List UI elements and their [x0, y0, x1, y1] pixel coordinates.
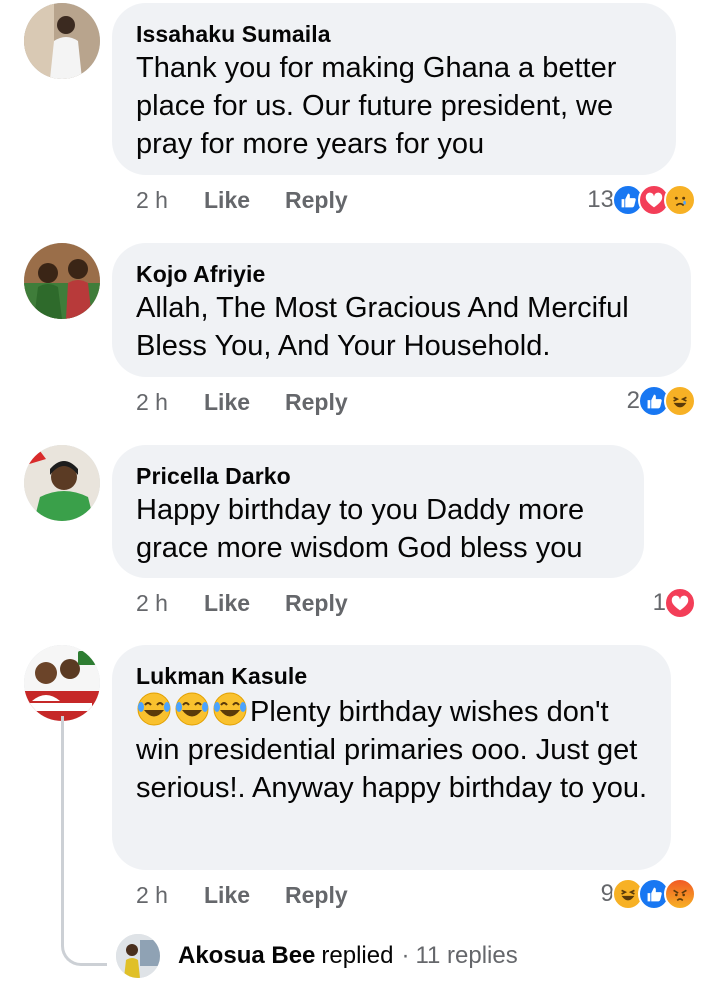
avatar-photo: [24, 3, 100, 79]
avatar-photo: [116, 934, 160, 978]
comment-bubble: Kojo Afriyie Allah, The Most Gracious An…: [112, 243, 691, 377]
avatar[interactable]: [24, 445, 100, 521]
sad-icon: [664, 184, 696, 216]
comment-text: Happy birthday to you Daddy more grace m…: [136, 494, 585, 564]
avatar-photo: [24, 243, 100, 319]
like-button[interactable]: Like: [204, 882, 285, 909]
reply-author[interactable]: Akosua Bee: [178, 942, 315, 970]
comment-bubble: Lukman Kasule Plenty birthday wishes don…: [112, 645, 671, 870]
comment-actions: 2 h Like Reply: [136, 879, 348, 911]
reply-button[interactable]: Reply: [285, 590, 348, 617]
comment-text: Thank you for making Ghana a better plac…: [136, 52, 617, 160]
reply-count[interactable]: 11 replies: [415, 942, 517, 970]
comment-time[interactable]: 2 h: [136, 187, 204, 214]
reply-verb: replied: [321, 942, 394, 969]
avatar: [116, 934, 160, 978]
like-button[interactable]: Like: [204, 187, 285, 214]
comment-author[interactable]: Issahaku Sumaila: [136, 19, 652, 49]
thread-connector: [61, 716, 107, 966]
comment-actions: 2 h Like Reply: [136, 587, 348, 619]
like-button[interactable]: Like: [204, 590, 285, 617]
comment-time[interactable]: 2 h: [136, 882, 204, 909]
reply-button[interactable]: Reply: [285, 389, 348, 416]
avatar[interactable]: [24, 3, 100, 79]
comment-author[interactable]: Lukman Kasule: [136, 661, 647, 691]
angry-icon: [664, 878, 696, 910]
reply-button[interactable]: Reply: [285, 882, 348, 909]
comment-author[interactable]: Kojo Afriyie: [136, 259, 667, 289]
comment-time[interactable]: 2 h: [136, 389, 204, 416]
reaction-summary[interactable]: 2: [627, 384, 696, 418]
reaction-summary[interactable]: 9: [601, 877, 696, 911]
reply-button[interactable]: Reply: [285, 187, 348, 214]
comment-text: Allah, The Most Gracious And Merciful Bl…: [136, 292, 629, 362]
avatar-photo: [24, 445, 100, 521]
haha-icon: [664, 385, 696, 417]
avatar[interactable]: [24, 645, 100, 721]
laughing-tears-emoji: [174, 691, 210, 727]
view-replies-link[interactable]: Akosua Bee replied · 11 replies: [116, 932, 518, 980]
comment-bubble: Pricella Darko Happy birthday to you Dad…: [112, 445, 644, 578]
avatar[interactable]: [24, 243, 100, 319]
comment-actions: 2 h Like Reply: [136, 184, 348, 216]
comment-author[interactable]: Pricella Darko: [136, 461, 620, 491]
comment-time[interactable]: 2 h: [136, 590, 204, 617]
laughing-tears-emoji: [212, 691, 248, 727]
reaction-summary[interactable]: 13: [587, 183, 696, 217]
laughing-tears-emoji: [136, 691, 172, 727]
comment-actions: 2 h Like Reply: [136, 386, 348, 418]
like-button[interactable]: Like: [204, 389, 285, 416]
comment-bubble: Issahaku Sumaila Thank you for making Gh…: [112, 3, 676, 175]
love-icon: [664, 587, 696, 619]
comment-text: Plenty birthday wishes don't win preside…: [136, 691, 647, 807]
separator-dot: ·: [401, 942, 410, 969]
reaction-count: 13: [587, 186, 614, 213]
avatar-photo: [24, 645, 100, 721]
reaction-summary[interactable]: 1: [653, 586, 696, 620]
